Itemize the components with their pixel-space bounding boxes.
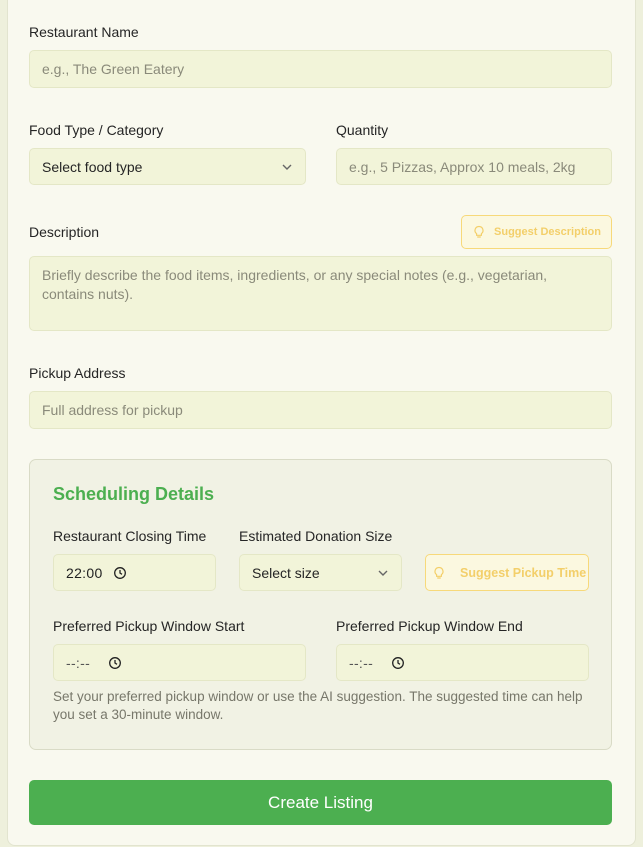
description-label: Description <box>29 224 100 240</box>
scheduling-title: Scheduling Details <box>53 484 215 504</box>
donation-size-label: Estimated Donation Size <box>239 528 393 544</box>
food-type-label: Food Type / Category <box>29 122 164 138</box>
closing-time-input[interactable]: 22:00 <box>53 554 216 591</box>
chevron-down-icon <box>282 164 292 170</box>
clock-icon[interactable] <box>108 656 122 670</box>
food-type-selected: Select food type <box>42 158 143 175</box>
window-end-label: Preferred Pickup Window End <box>336 618 523 634</box>
quantity-input[interactable]: e.g., 5 Pizzas, Approx 10 meals, 2kg <box>336 148 612 185</box>
suggest-pickup-time-label: Suggest Pickup Time <box>460 565 587 580</box>
suggest-pickup-time-button[interactable]: Suggest Pickup Time <box>425 554 589 591</box>
quantity-label: Quantity <box>336 122 389 138</box>
chevron-down-icon <box>378 570 388 576</box>
closing-time-value: 22:00 <box>66 564 103 581</box>
clock-icon[interactable] <box>391 656 405 670</box>
window-start-value: --:-- <box>66 654 91 671</box>
create-listing-button[interactable]: Create Listing <box>29 780 612 825</box>
window-end-value: --:-- <box>349 654 374 671</box>
restaurant-name-input[interactable]: e.g., The Green Eatery <box>29 50 612 88</box>
pickup-address-input[interactable]: Full address for pickup <box>29 391 612 429</box>
lightbulb-icon <box>474 225 484 238</box>
window-start-label: Preferred Pickup Window Start <box>53 618 245 634</box>
pickup-window-help-text: Set your preferred pickup window or use … <box>53 689 583 722</box>
donation-size-select[interactable]: Select size <box>239 554 402 591</box>
suggest-description-label: Suggest Description <box>494 226 601 238</box>
description-textarea[interactable]: Briefly describe the food items, ingredi… <box>29 256 612 331</box>
closing-time-label: Restaurant Closing Time <box>53 528 207 544</box>
window-end-input[interactable]: --:-- <box>336 644 589 681</box>
suggest-description-button[interactable]: Suggest Description <box>461 215 612 249</box>
restaurant-name-label: Restaurant Name <box>29 24 139 40</box>
food-type-select[interactable]: Select food type <box>29 148 306 185</box>
clock-icon[interactable] <box>113 566 127 580</box>
donation-size-selected: Select size <box>252 564 320 581</box>
window-start-input[interactable]: --:-- <box>53 644 306 681</box>
lightbulb-icon <box>434 566 444 579</box>
pickup-address-label: Pickup Address <box>29 365 126 381</box>
